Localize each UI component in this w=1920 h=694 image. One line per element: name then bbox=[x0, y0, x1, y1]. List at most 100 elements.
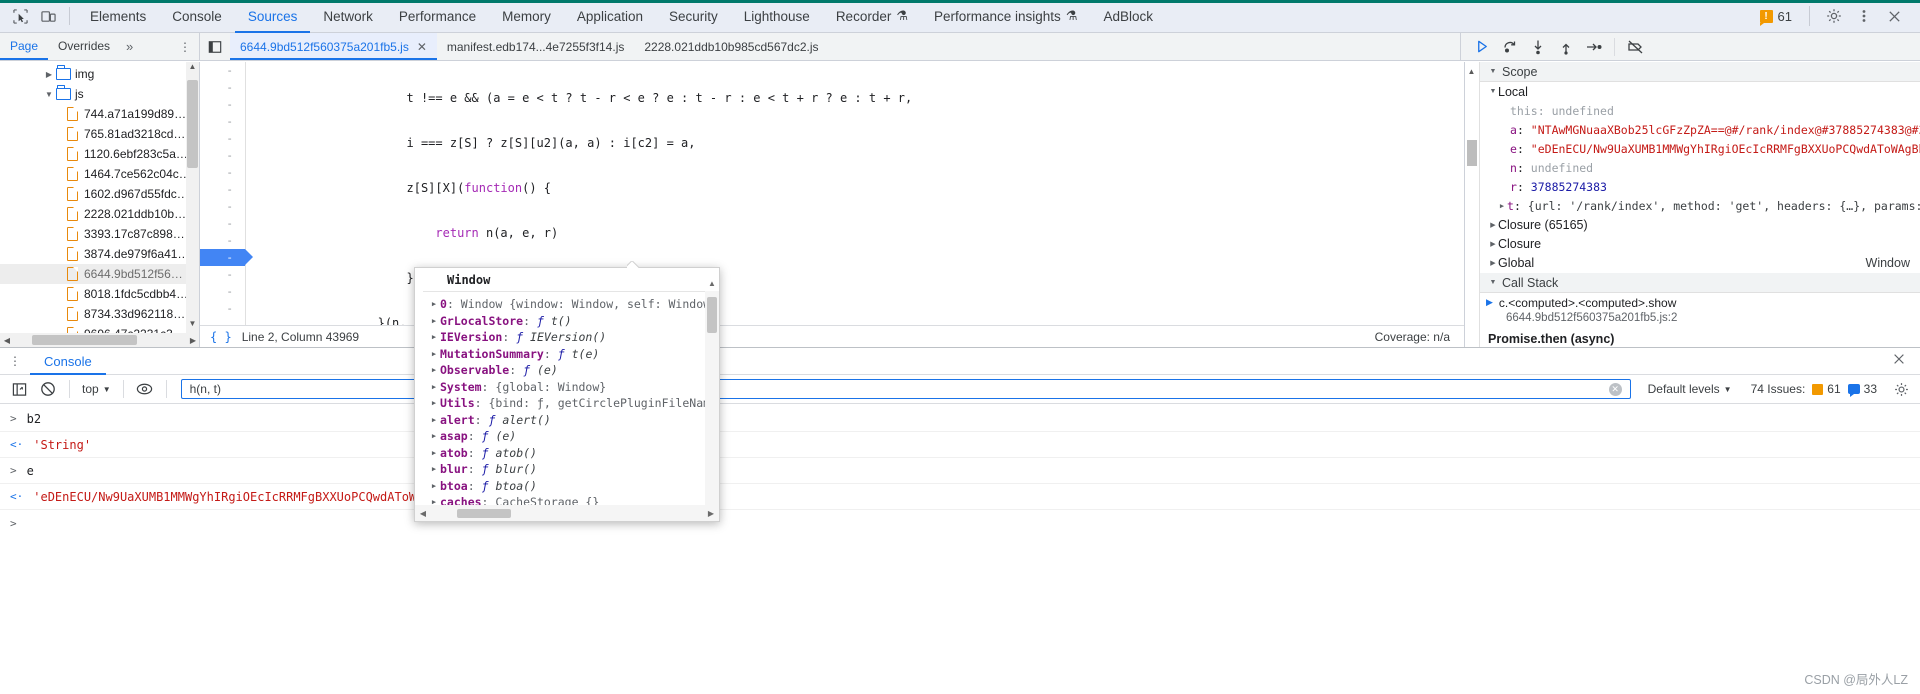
tree-row-file[interactable]: 8018.1fdc5cdbb4… bbox=[0, 284, 199, 304]
gutter-line[interactable]: - bbox=[200, 266, 245, 283]
tree-row-file[interactable]: 765.81ad3218cd… bbox=[0, 124, 199, 144]
chevron-down-icon[interactable]: ▼ bbox=[1488, 68, 1498, 75]
nav-tab-page[interactable]: Page bbox=[0, 33, 48, 60]
gutter-line[interactable]: - bbox=[200, 62, 245, 79]
navigator-kebab-icon[interactable]: ⋮ bbox=[171, 40, 199, 54]
scrollbar-thumb[interactable] bbox=[32, 335, 137, 345]
console-output-row[interactable]: <· 'eDEnECU/Nw9UaXUMB1MMWgYhIRgiOEcIcRRM… bbox=[0, 484, 1920, 510]
console-input-row[interactable]: > e bbox=[0, 458, 1920, 484]
scrollbar-thumb[interactable] bbox=[187, 80, 198, 168]
scroll-up-icon[interactable]: ▲ bbox=[1465, 67, 1478, 76]
scope-group-global[interactable]: ▶ Global Window bbox=[1480, 253, 1920, 272]
clear-filter-icon[interactable]: ✕ bbox=[1608, 382, 1622, 396]
scope-variable-n[interactable]: n: undefined bbox=[1480, 158, 1920, 177]
chevron-right-icon[interactable]: ▶ bbox=[44, 70, 54, 79]
popover-property-row[interactable]: ▶ System: {global: Window} bbox=[415, 379, 705, 396]
editor-gutter[interactable]: - - - - - - - - - - - - - - - - bbox=[200, 62, 253, 347]
gutter-line[interactable]: - bbox=[200, 147, 245, 164]
tree-vertical-scrollbar[interactable]: ▲ ▼ bbox=[186, 62, 199, 333]
popover-property-row[interactable]: ▶ GrLocalStore: ƒ t() bbox=[415, 313, 705, 330]
deactivate-breakpoints-button[interactable] bbox=[1622, 34, 1648, 60]
scope-group-closure-65165[interactable]: ▶ Closure (65165) bbox=[1480, 215, 1920, 234]
popover-horizontal-scrollbar[interactable]: ◀ ▶ bbox=[415, 505, 719, 521]
chevron-right-icon[interactable]: ▶ bbox=[428, 482, 440, 490]
console-settings-gear-icon[interactable] bbox=[1888, 377, 1914, 401]
tab-security[interactable]: Security bbox=[656, 0, 731, 33]
file-tab-active[interactable]: 6644.9bd512f560375a201fb5.js ✕ bbox=[230, 33, 437, 60]
gutter-breakpoint-line[interactable]: - bbox=[200, 249, 253, 266]
popover-property-row[interactable]: ▶ IEVersion: ƒ IEVersion() bbox=[415, 329, 705, 346]
scroll-up-icon[interactable]: ▲ bbox=[186, 62, 199, 76]
tab-console[interactable]: Console bbox=[159, 0, 235, 33]
tab-network[interactable]: Network bbox=[310, 0, 386, 33]
gutter-line[interactable]: - bbox=[200, 130, 245, 147]
file-tab-2228[interactable]: 2228.021ddb10b985cd567dc2.js bbox=[634, 33, 828, 60]
call-stack-header[interactable]: ▼ Call Stack bbox=[1480, 273, 1920, 293]
execution-context-selector[interactable]: top ▼ bbox=[78, 382, 115, 396]
device-toolbar-icon[interactable] bbox=[34, 3, 62, 29]
popover-property-row[interactable]: ▶ MutationSummary: ƒ t(e) bbox=[415, 346, 705, 363]
drawer-tab-console[interactable]: Console bbox=[30, 348, 106, 375]
scrollbar-thumb[interactable] bbox=[707, 297, 717, 333]
tree-row-js[interactable]: ▼ js bbox=[0, 84, 199, 104]
scroll-left-icon[interactable]: ◀ bbox=[415, 509, 431, 518]
tree-row-file[interactable]: 2228.021ddb10b… bbox=[0, 204, 199, 224]
console-filter-input[interactable]: h(n, t) ✕ bbox=[180, 379, 1631, 399]
step-over-next-function-call-button[interactable] bbox=[1497, 34, 1523, 60]
kebab-icon[interactable] bbox=[1850, 3, 1878, 29]
call-stack-frame-current[interactable]: ▶ c.<computed>.<computed>.show bbox=[1480, 293, 1920, 312]
popover-property-row[interactable]: ▶ Utils: {bind: ƒ, getCirclePluginFileNam bbox=[415, 395, 705, 412]
gutter-line[interactable]: - bbox=[200, 283, 245, 300]
popover-property-row[interactable]: ▶ 0: Window {window: Window, self: Window bbox=[415, 296, 705, 313]
gutter-line[interactable]: - bbox=[200, 79, 245, 96]
nav-tab-overrides[interactable]: Overrides bbox=[48, 33, 120, 60]
tree-row-file-selected[interactable]: 6644.9bd512f56… bbox=[0, 264, 199, 284]
scroll-left-icon[interactable]: ◀ bbox=[0, 336, 14, 345]
tab-recorder[interactable]: Recorder ⚗ bbox=[823, 0, 921, 33]
tree-row-file[interactable]: 744.a71a199d89… bbox=[0, 104, 199, 124]
scope-group-closure[interactable]: ▶ Closure bbox=[1480, 234, 1920, 253]
scroll-down-icon[interactable]: ▼ bbox=[186, 319, 199, 333]
resume-script-execution-button[interactable] bbox=[1469, 34, 1495, 60]
format-braces-icon[interactable]: { } bbox=[210, 330, 232, 344]
tab-performance[interactable]: Performance bbox=[386, 0, 489, 33]
chevron-right-icon[interactable]: ▶ bbox=[428, 366, 440, 374]
chevron-right-icon[interactable]: ▶ bbox=[428, 333, 440, 341]
source-code-editor[interactable]: - - - - - - - - - - - - - - - - t !== bbox=[200, 62, 1465, 347]
issues-summary[interactable]: 74 Issues: 61 33 bbox=[1743, 382, 1885, 397]
more-tabs-chevron-icon[interactable]: » bbox=[120, 39, 139, 54]
gutter-line[interactable]: - bbox=[200, 113, 245, 130]
tree-row-file[interactable]: 1602.d967d55fdc… bbox=[0, 184, 199, 204]
popover-property-row[interactable]: ▶ alert: ƒ alert() bbox=[415, 412, 705, 429]
log-levels-selector[interactable]: Default levels ▼ bbox=[1640, 382, 1740, 396]
tab-elements[interactable]: Elements bbox=[77, 0, 159, 33]
console-sidebar-icon[interactable] bbox=[6, 377, 32, 401]
chevron-right-icon[interactable]: ▶ bbox=[428, 498, 440, 505]
scroll-right-icon[interactable]: ▶ bbox=[186, 336, 199, 345]
scope-header[interactable]: ▼ Scope bbox=[1480, 62, 1920, 82]
scope-variable-a[interactable]: a: "NTAwMGNuaaXBob25lcGFzZpZA==@#/rank/i… bbox=[1480, 120, 1920, 139]
gutter-line[interactable]: - bbox=[200, 164, 245, 181]
clear-console-icon[interactable] bbox=[35, 377, 61, 401]
tree-row-file[interactable]: 3874.de979f6a41… bbox=[0, 244, 199, 264]
scope-variable-this[interactable]: this: undefined bbox=[1480, 101, 1920, 120]
popover-property-row[interactable]: ▶ Observable: ƒ (e) bbox=[415, 362, 705, 379]
tree-row-img[interactable]: ▶ img bbox=[0, 64, 199, 84]
chevron-right-icon[interactable]: ▶ bbox=[1488, 221, 1498, 229]
popover-property-row[interactable]: ▶ asap: ƒ (e) bbox=[415, 428, 705, 445]
chevron-right-icon[interactable]: ▶ bbox=[428, 399, 440, 407]
chevron-right-icon[interactable]: ▶ bbox=[428, 432, 440, 440]
scrollbar-thumb[interactable] bbox=[1467, 140, 1477, 166]
gutter-line[interactable]: - bbox=[200, 96, 245, 113]
tree-row-file[interactable]: 1464.7ce562c04c… bbox=[0, 164, 199, 184]
tab-performance-insights[interactable]: Performance insights ⚗ bbox=[921, 0, 1090, 33]
gear-icon[interactable] bbox=[1820, 3, 1848, 29]
popover-property-row[interactable]: ▶ caches: CacheStorage {} bbox=[415, 494, 705, 505]
popover-vertical-scrollbar[interactable]: ▲ ▼ bbox=[705, 279, 719, 513]
drawer-kebab-icon[interactable]: ⋮ bbox=[0, 354, 30, 368]
gutter-line[interactable]: - bbox=[200, 232, 245, 249]
popover-property-row[interactable]: ▶ atob: ƒ atob() bbox=[415, 445, 705, 462]
gutter-line[interactable]: - bbox=[200, 198, 245, 215]
tree-row-file[interactable]: 8734.33d962118… bbox=[0, 304, 199, 324]
console-input-row[interactable]: > b2 bbox=[0, 406, 1920, 432]
